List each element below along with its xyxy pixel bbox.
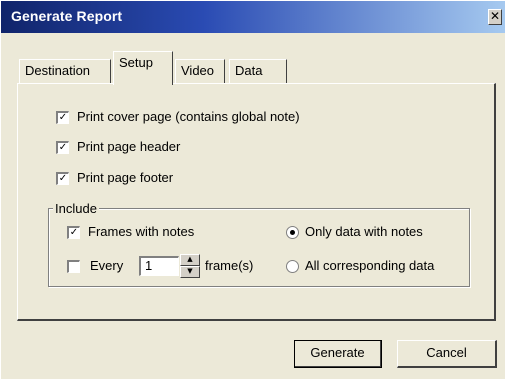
dialog-title: Generate Report (11, 8, 123, 24)
cancel-button[interactable]: Cancel (397, 340, 497, 368)
tab-setup[interactable]: Setup (113, 51, 173, 85)
every-checkbox[interactable] (67, 260, 80, 273)
spin-down-button[interactable]: ▼ (180, 266, 200, 278)
page-header-checkbox[interactable]: ✓ (56, 141, 69, 154)
tab-setup-label: Setup (119, 55, 153, 70)
generate-button[interactable]: Generate (294, 340, 382, 368)
frame-interval-input[interactable]: 1 (139, 256, 179, 276)
cover-page-checkbox[interactable]: ✓ (56, 111, 69, 124)
title-bar[interactable]: Generate Report ✕ (1, 1, 505, 33)
every-label: Every (90, 258, 124, 273)
tab-destination[interactable]: Destination (19, 59, 111, 83)
frames-suffix-label: frame(s) (205, 258, 254, 273)
frames-with-notes-checkbox[interactable]: ✓ (67, 226, 80, 239)
close-button[interactable]: ✕ (488, 9, 502, 25)
page-footer-checkbox[interactable]: ✓ (56, 172, 69, 185)
check-icon: ✓ (58, 112, 68, 123)
tab-data-label: Data (235, 63, 263, 78)
tab-video[interactable]: Video (175, 59, 225, 83)
frames-with-notes-label: Frames with notes (88, 224, 195, 239)
spin-up-icon: ▲ (187, 255, 193, 263)
check-icon: ✓ (58, 142, 68, 153)
generate-report-dialog: Generate Report ✕ Destination Setup Vide… (0, 0, 505, 379)
check-icon: ✓ (58, 173, 68, 184)
all-corresponding-data-radio[interactable] (286, 260, 299, 273)
radio-selected-dot (290, 230, 295, 235)
page-footer-label: Print page footer (77, 170, 174, 185)
tab-destination-label: Destination (25, 63, 91, 78)
tab-data[interactable]: Data (229, 59, 287, 83)
include-groupbox (48, 208, 470, 287)
only-data-with-notes-radio[interactable] (286, 226, 299, 239)
cover-page-label: Print cover page (contains global note) (77, 109, 300, 124)
all-corresponding-data-label: All corresponding data (305, 258, 435, 273)
tab-video-label: Video (181, 63, 215, 78)
page-header-label: Print page header (77, 139, 181, 154)
spin-up-button[interactable]: ▲ (180, 254, 200, 266)
check-icon: ✓ (69, 227, 79, 238)
only-data-with-notes-label: Only data with notes (305, 224, 423, 239)
close-icon: ✕ (489, 9, 501, 23)
spin-down-icon: ▼ (187, 267, 193, 275)
include-legend: Include (53, 201, 99, 216)
